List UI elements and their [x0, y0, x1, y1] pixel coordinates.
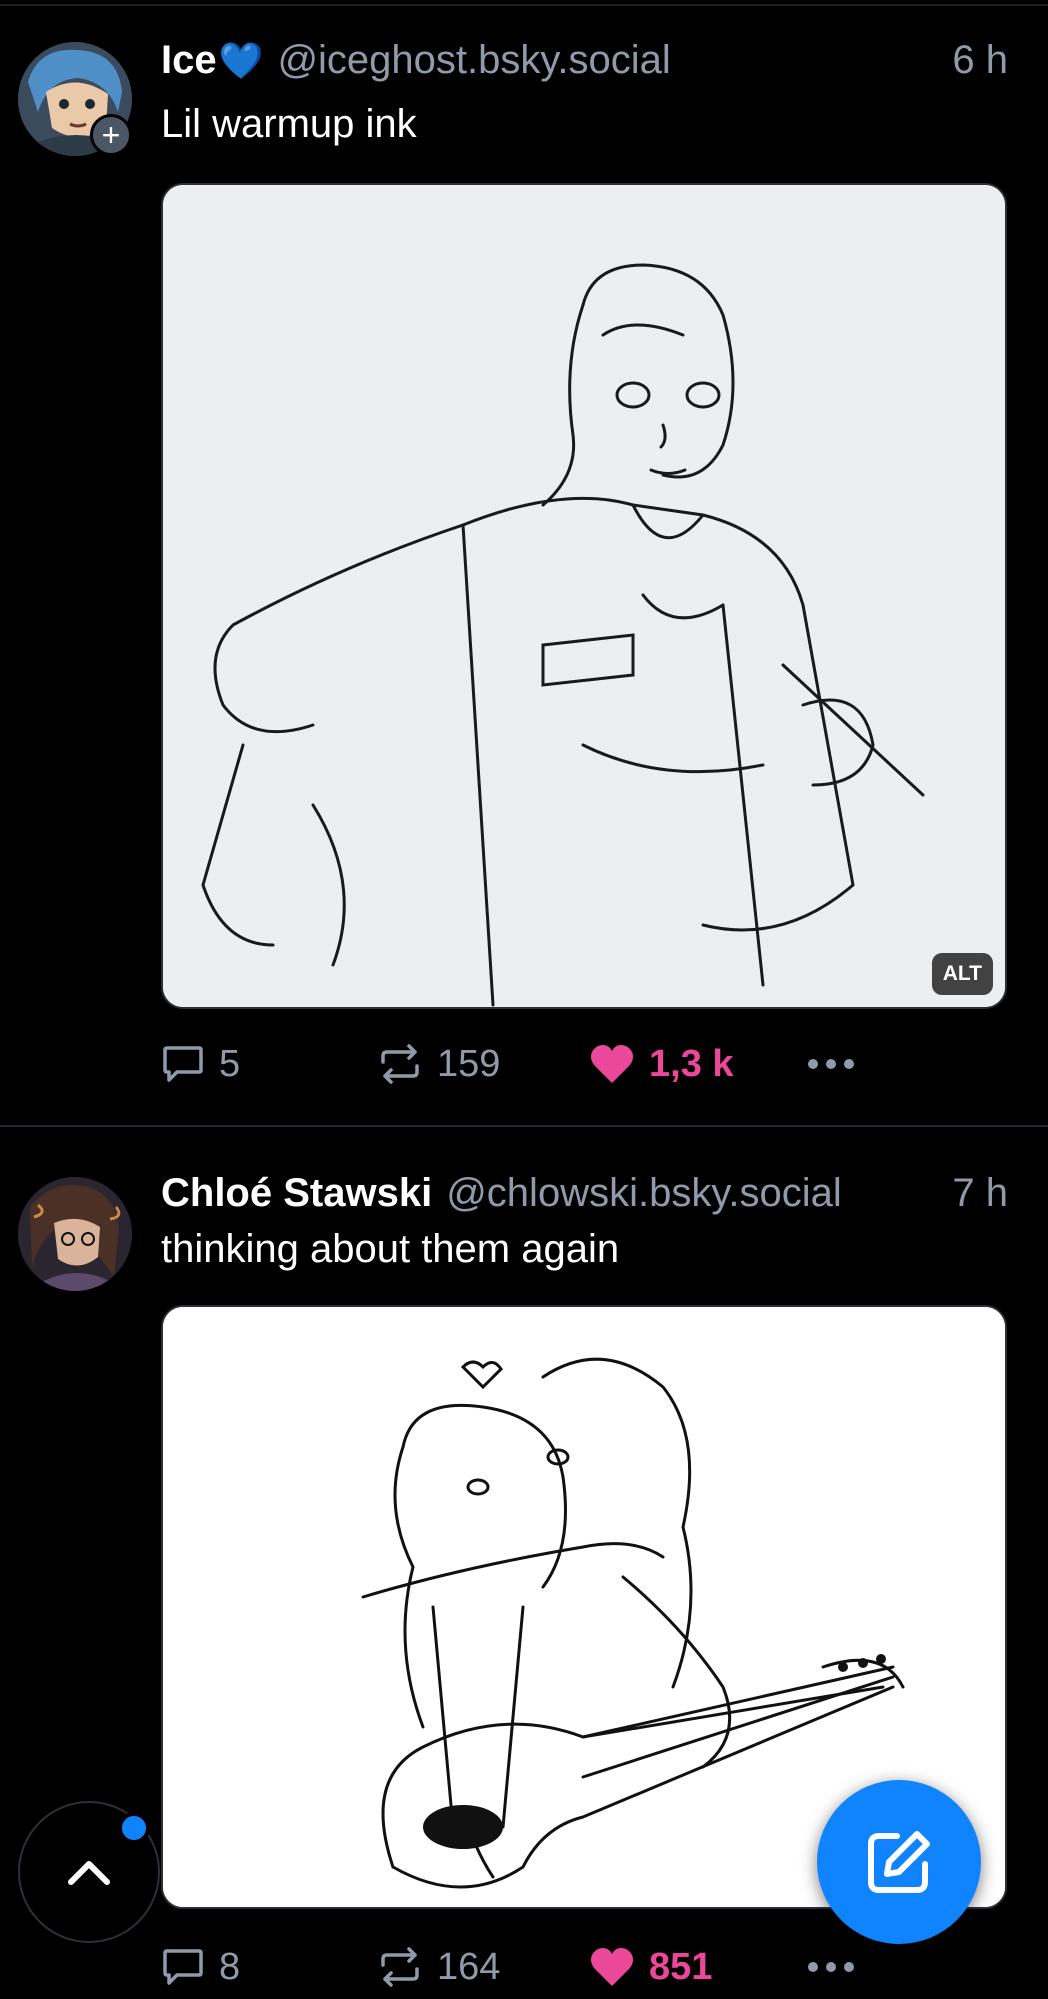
avatar[interactable]: [18, 1177, 132, 1291]
ellipsis-icon: [808, 1962, 854, 1972]
post-header: Chloé Stawski @chlowski.bsky.social 7 h: [161, 1171, 1008, 1221]
compose-post-button[interactable]: [817, 1780, 981, 1944]
chevron-up-icon: [68, 1861, 110, 1885]
author-handle[interactable]: @chlowski.bsky.social: [446, 1171, 842, 1216]
repost-arrows-icon: [381, 1947, 419, 1987]
author-display-name[interactable]: Chloé Stawski: [161, 1171, 432, 1216]
reply-count: 8: [219, 1945, 241, 1988]
post-image[interactable]: ALT: [161, 183, 1007, 1009]
pencil-square-icon: [868, 1831, 930, 1893]
post-header: Ice 💙 @iceghost.bsky.social 6 h: [161, 38, 1008, 88]
post-text: Lil warmup ink: [161, 102, 417, 146]
blue-heart-emoji: 💙: [218, 40, 264, 81]
repost-button[interactable]: 159: [377, 1036, 500, 1092]
more-options-button[interactable]: [807, 1939, 855, 1995]
post-timestamp[interactable]: 6 h: [932, 38, 1008, 83]
heart-icon: [591, 1948, 633, 1986]
reply-button[interactable]: 5: [161, 1036, 240, 1092]
speech-bubble-icon: [163, 1949, 203, 1985]
post-text: thinking about them again: [161, 1227, 620, 1271]
like-count: 1,3 k: [649, 1042, 734, 1085]
more-options-button[interactable]: [807, 1036, 855, 1092]
like-button[interactable]: 851: [589, 1939, 712, 1995]
like-count: 851: [649, 1945, 713, 1988]
reply-button[interactable]: 8: [161, 1939, 240, 1995]
follow-plus-badge[interactable]: +: [90, 114, 132, 156]
heart-icon: [591, 1045, 633, 1083]
feed-post[interactable]: + Ice 💙 @iceghost.bsky.social 6 h Lil wa…: [0, 0, 1048, 1127]
repost-arrows-icon: [381, 1044, 419, 1084]
reply-count: 5: [219, 1042, 241, 1085]
post-timestamp[interactable]: 7 h: [932, 1171, 1008, 1216]
like-button[interactable]: 1,3 k: [589, 1036, 734, 1092]
repost-count: 159: [437, 1042, 501, 1085]
repost-count: 164: [437, 1945, 501, 1988]
new-posts-indicator-dot: [118, 1812, 150, 1844]
repost-button[interactable]: 164: [377, 1939, 500, 1995]
post-actions: 5 159 1,3 k: [161, 1036, 881, 1092]
author-display-name[interactable]: Ice: [161, 38, 217, 83]
ellipsis-icon: [808, 1059, 854, 1069]
alt-text-badge[interactable]: ALT: [931, 953, 993, 995]
author-handle[interactable]: @iceghost.bsky.social: [277, 38, 670, 83]
speech-bubble-icon: [163, 1046, 203, 1082]
post-actions: 8 164 851: [161, 1939, 881, 1995]
